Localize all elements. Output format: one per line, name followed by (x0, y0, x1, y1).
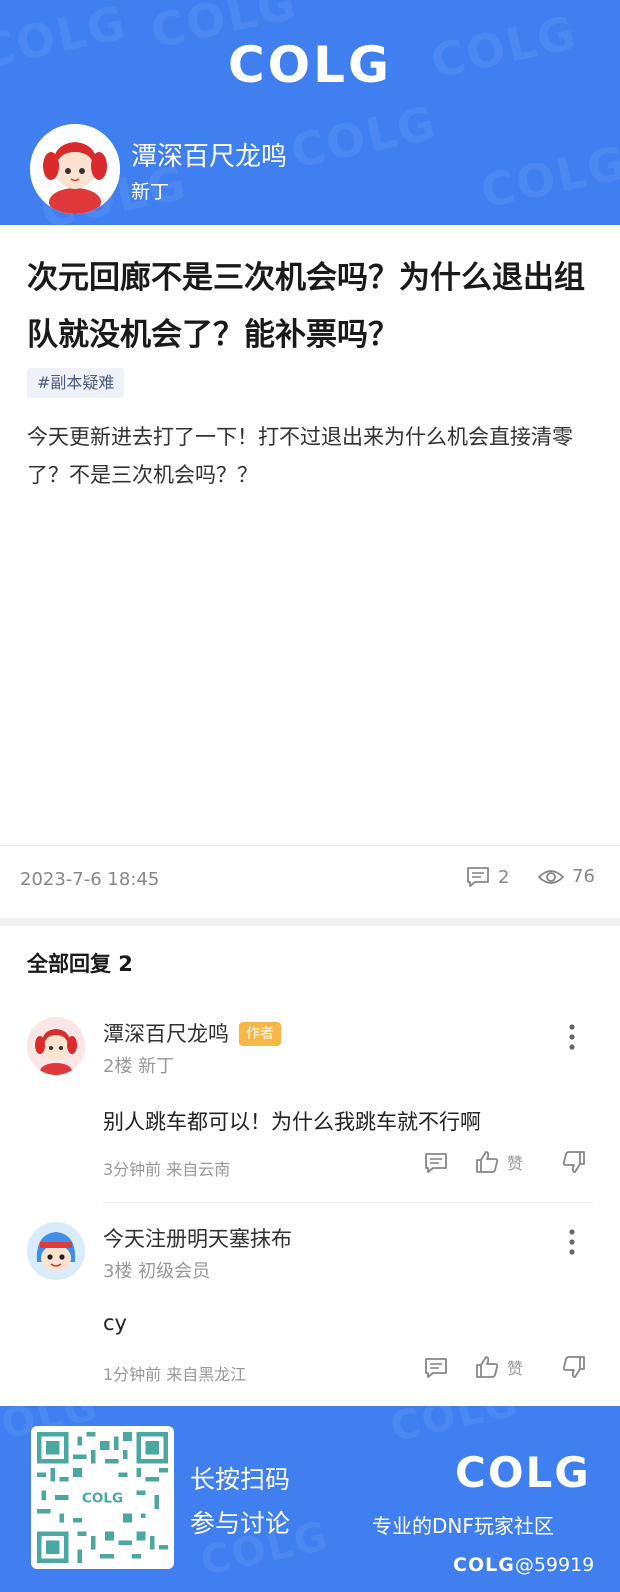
comment-icon (425, 1153, 447, 1173)
like-label: 赞 (507, 1359, 524, 1378)
divider (103, 1202, 593, 1203)
more-options-icon[interactable] (562, 1227, 582, 1257)
svg-text:COLG: COLG (82, 1490, 123, 1506)
comment-count[interactable]: 2 (466, 866, 509, 888)
divider (0, 845, 620, 846)
reply-floor: 2楼 新丁 (103, 1056, 175, 1077)
thumbs-up-icon (476, 1356, 499, 1378)
reply-text: cy (103, 1311, 127, 1335)
handle-id: @59919 (514, 1554, 595, 1576)
author-rank: 新丁 (131, 181, 170, 203)
section-separator (0, 918, 620, 926)
like-button[interactable]: 赞 (475, 1150, 523, 1174)
colg-logo: COLG (455, 1448, 591, 1497)
reply-floor: 3楼 初级会员 (103, 1261, 211, 1282)
scan-prompt-line1: 长按扫码 (190, 1465, 291, 1494)
replies-heading: 全部回复 2 (27, 952, 133, 976)
author-badge: 作者 (239, 1022, 281, 1046)
view-count: 76 (538, 866, 595, 887)
colg-logo: COLG (227, 36, 393, 94)
reply-time: 1分钟前 来自黑龙江 (103, 1365, 247, 1384)
view-count-value: 76 (572, 866, 595, 887)
qr-code[interactable]: COLG (31, 1426, 174, 1569)
thumbs-down-icon (562, 1151, 585, 1173)
comment-icon (467, 867, 489, 887)
reply-author-name[interactable]: 潭深百尺龙鸣 (103, 1022, 229, 1046)
like-button[interactable]: 赞 (475, 1355, 523, 1379)
author-name[interactable]: 潭深百尺龙鸣 (131, 136, 287, 173)
watermark-logo: COLG (386, 1406, 524, 1451)
thumbs-up-icon (476, 1151, 499, 1173)
account-handle: COLG@59919 (453, 1554, 594, 1576)
dislike-button[interactable] (562, 1355, 586, 1379)
comment-count-value: 2 (498, 866, 510, 888)
more-options-icon[interactable] (562, 1022, 582, 1052)
reply-author-name[interactable]: 今天注册明天塞抹布 (103, 1223, 292, 1253)
post-title: 次元回廊不是三次机会吗？为什么退出组队就没机会了？能补票吗？ (27, 260, 585, 353)
topic-tag[interactable]: #副本疑难 (27, 368, 125, 398)
share-footer: COLG COLG COLG COLG (0, 1406, 620, 1592)
reply-comment-button[interactable] (424, 1152, 448, 1174)
scan-prompt-line2: 参与讨论 (190, 1509, 291, 1538)
reply-time: 3分钟前 来自云南 (103, 1160, 231, 1179)
colg-small-logo: COLG (453, 1554, 515, 1576)
thumbs-down-icon (562, 1356, 585, 1378)
author-avatar[interactable] (30, 124, 120, 214)
avatar[interactable] (27, 1017, 85, 1075)
avatar[interactable] (27, 1222, 85, 1280)
comment-icon (425, 1358, 447, 1378)
reply-text: 别人跳车都可以！为什么我跳车就不行啊 (103, 1110, 481, 1134)
post-date: 2023-7-6 18:45 (20, 869, 160, 890)
dislike-button[interactable] (562, 1150, 586, 1174)
reply-author[interactable]: 潭深百尺龙鸣 作者 (103, 1018, 281, 1048)
like-label: 赞 (507, 1154, 524, 1173)
reply-comment-button[interactable] (424, 1357, 448, 1379)
post-header: COLG COLG COLG COLG COLG COLG COLG 潭深百尺龙… (0, 0, 620, 225)
eye-icon (538, 869, 564, 884)
watermark-logo: COLG (286, 95, 442, 179)
slogan: 专业的DNF玩家社区 (372, 1514, 554, 1538)
post-body: 今天更新进去打了一下！打不过退出来为什么机会直接清零了？不是三次机会吗？？ (27, 425, 573, 487)
watermark-logo: COLG (476, 135, 620, 219)
